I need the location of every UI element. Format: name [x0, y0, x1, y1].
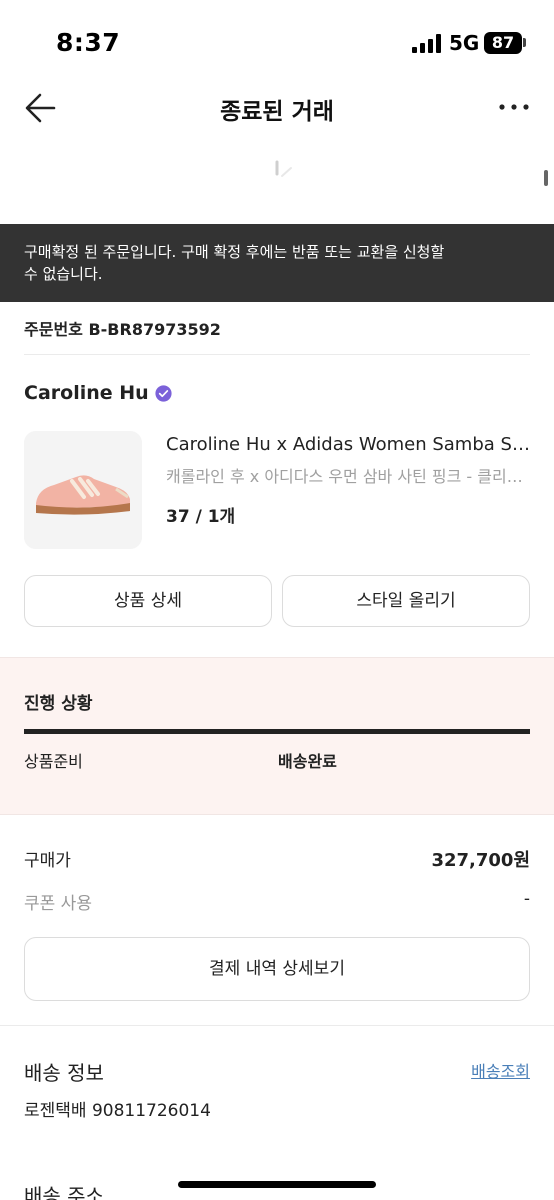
shipping-title: 배송 정보: [24, 1061, 104, 1085]
order-number-value: B-BR87973592: [88, 320, 221, 339]
nav-header: 종료된 거래: [0, 80, 554, 136]
price-row: 구매가 327,700원: [24, 846, 530, 871]
price-value: 327,700원: [431, 850, 530, 871]
track-shipment-link[interactable]: 배송조회: [471, 1058, 530, 1082]
signal-icon: [412, 34, 442, 53]
progress-bar-fill: [24, 729, 530, 734]
battery-icon: 87: [484, 32, 522, 54]
verified-badge-icon: [155, 384, 172, 402]
coupon-row: 쿠폰 사용 -: [24, 889, 530, 914]
address-title: 배송 주소: [24, 1184, 104, 1200]
price-label: 구매가: [24, 851, 71, 871]
progress-section: 진행 상황 상품준비 배송완료: [0, 657, 554, 815]
payment-detail-button[interactable]: 결제 내역 상세보기: [24, 937, 530, 1001]
section-divider: [0, 1025, 554, 1026]
loading-spinner-icon: [272, 160, 294, 180]
product-subtitle: 캐롤라인 후 x 아디다스 우먼 삼바 사틴 핑크 - 클리어 핑크: [166, 467, 532, 486]
shipping-carrier-info: 로젠택배 90811726014: [24, 1101, 211, 1121]
notice-line-2: 수 없습니다.: [24, 265, 103, 283]
order-number-row: 주문번호 B-BR87973592: [24, 316, 221, 340]
progress-step-1: 상품준비: [24, 752, 83, 771]
coupon-value: -: [523, 889, 530, 909]
product-option: 37 / 1개: [166, 507, 236, 527]
product-title[interactable]: Caroline Hu x Adidas Women Samba Satin P…: [166, 434, 532, 455]
battery-cap: [523, 38, 526, 47]
product-image[interactable]: [24, 431, 142, 549]
more-button[interactable]: [496, 92, 532, 122]
brand-name: Caroline Hu: [24, 382, 149, 404]
home-indicator[interactable]: [178, 1181, 376, 1188]
coupon-label: 쿠폰 사용: [24, 894, 92, 914]
notice-line-1: 구매확정 된 주문입니다. 구매 확정 후에는 반품 또는 교환을 신청할: [24, 243, 445, 261]
scrollbar[interactable]: [544, 170, 548, 186]
progress-step-2: 배송완료: [278, 752, 337, 771]
more-dots-icon: [499, 104, 529, 110]
status-time: 8:37: [56, 28, 121, 57]
progress-title: 진행 상황: [24, 694, 93, 714]
product-detail-button[interactable]: 상품 상세: [24, 575, 272, 627]
status-bar: 8:37 5G 87: [0, 0, 554, 80]
brand-row[interactable]: Caroline Hu: [24, 382, 172, 404]
order-number-label: 주문번호: [24, 320, 83, 339]
network-type: 5G: [449, 31, 480, 55]
post-style-button[interactable]: 스타일 올리기: [282, 575, 530, 627]
page-title: 종료된 거래: [220, 99, 334, 125]
progress-bar: [24, 729, 530, 734]
sneaker-image: [24, 431, 142, 549]
divider: [24, 354, 530, 355]
purchase-confirmed-notice: 구매확정 된 주문입니다. 구매 확정 후에는 반품 또는 교환을 신청할 수 …: [0, 224, 554, 302]
